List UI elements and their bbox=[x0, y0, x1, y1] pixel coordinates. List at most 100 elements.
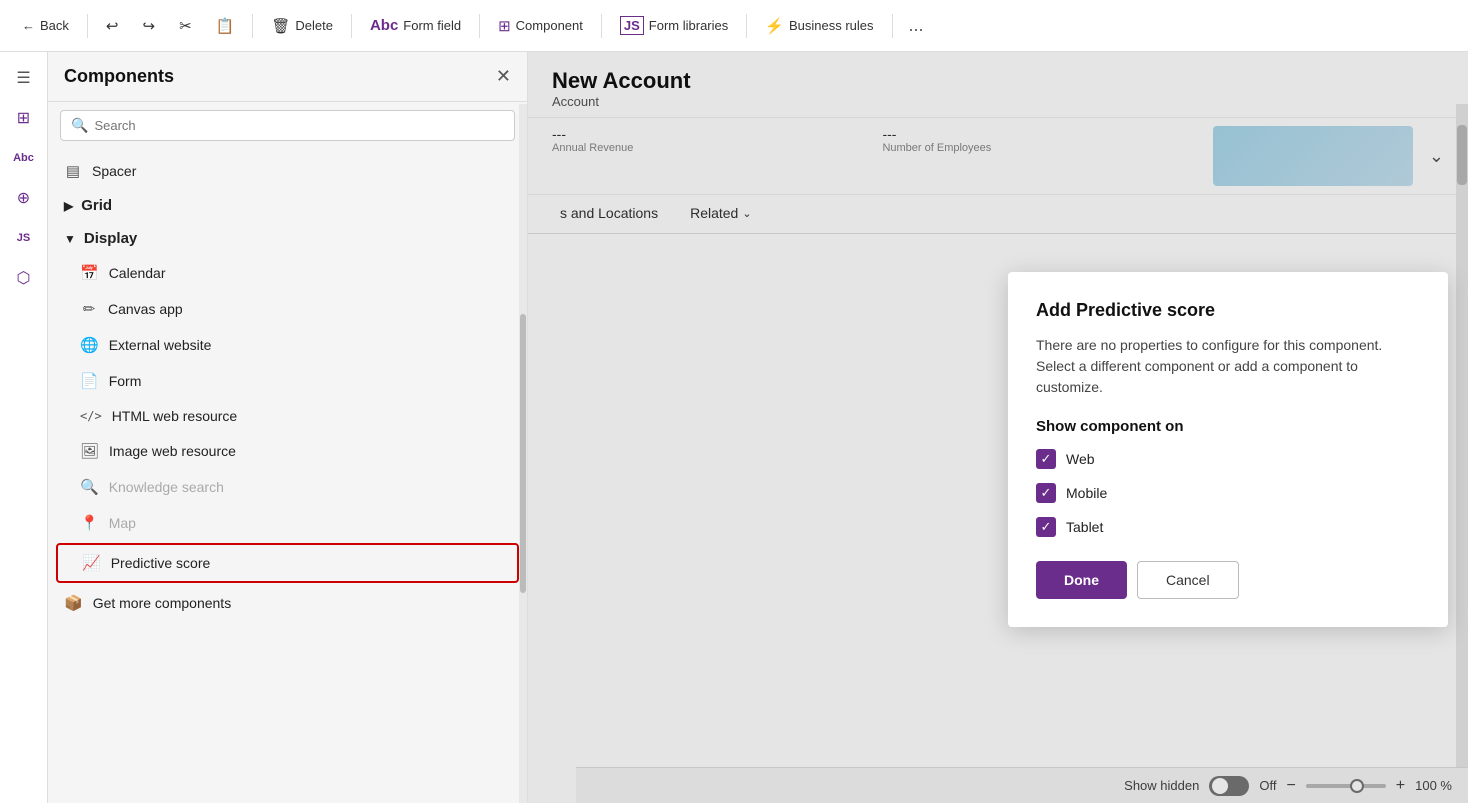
tablet-checkbox[interactable]: ✓ bbox=[1036, 517, 1056, 537]
form-field-label: Form field bbox=[403, 18, 461, 33]
predictive-score-label: Predictive score bbox=[111, 555, 211, 571]
sidebar-scrollbar bbox=[519, 104, 527, 803]
redo-icon: ↪ bbox=[142, 17, 155, 35]
display-expand-icon: ▼ bbox=[64, 232, 76, 246]
mobile-checkbox-label: Mobile bbox=[1066, 485, 1107, 501]
cut-icon: ✂ bbox=[179, 17, 192, 35]
sidebar-item-spacer[interactable]: ▤ Spacer bbox=[48, 153, 527, 189]
paste-button[interactable]: 📋 bbox=[206, 11, 245, 41]
components-sidebar: Components ✕ 🔍 ▤ Spacer ▶ Grid ▼ Display bbox=[48, 52, 528, 803]
spacer-label: Spacer bbox=[92, 163, 136, 179]
map-icon: 📍 bbox=[80, 514, 99, 532]
form-libraries-button[interactable]: JS Form libraries bbox=[610, 10, 738, 41]
back-label: Back bbox=[40, 18, 69, 33]
node-icon: ⬡ bbox=[17, 268, 31, 288]
modal-description: There are no properties to configure for… bbox=[1036, 335, 1420, 398]
component-label: Component bbox=[516, 18, 583, 33]
grid-expand-icon: ▶ bbox=[64, 199, 73, 213]
map-label: Map bbox=[109, 515, 136, 531]
sidebar-item-grid[interactable]: ▶ Grid bbox=[48, 189, 527, 222]
modal-buttons: Done Cancel bbox=[1036, 561, 1420, 599]
canvas-app-label: Canvas app bbox=[108, 301, 183, 317]
sidebar-item-html-web-resource[interactable]: </> HTML web resource bbox=[48, 399, 527, 433]
abc-icon: Abc bbox=[13, 152, 34, 164]
web-checkbox-row: ✓ Web bbox=[1036, 449, 1420, 469]
main-layout: ☰ ⊞ Abc ⊕ JS ⬡ Components ✕ 🔍 bbox=[0, 52, 1468, 803]
sidebar-item-external-website[interactable]: 🌐 External website bbox=[48, 327, 527, 363]
js-icon-button[interactable]: JS bbox=[6, 220, 42, 256]
external-website-label: External website bbox=[109, 337, 212, 353]
sidebar-item-get-more[interactable]: 📦 Get more components bbox=[48, 585, 527, 621]
web-checkbox[interactable]: ✓ bbox=[1036, 449, 1056, 469]
sidebar-item-calendar[interactable]: 📅 Calendar bbox=[48, 255, 527, 291]
web-checkbox-label: Web bbox=[1066, 451, 1095, 467]
get-more-icon: 📦 bbox=[64, 594, 83, 612]
mobile-checkbox-row: ✓ Mobile bbox=[1036, 483, 1420, 503]
back-button[interactable]: ← Back bbox=[12, 12, 79, 39]
separator-3 bbox=[351, 14, 352, 38]
calendar-icon: 📅 bbox=[80, 264, 99, 282]
modal-title: Add Predictive score bbox=[1036, 300, 1420, 321]
form-libraries-label: Form libraries bbox=[649, 18, 728, 33]
layers-icon-button[interactable]: ⊕ bbox=[6, 180, 42, 216]
node-icon-button[interactable]: ⬡ bbox=[6, 260, 42, 296]
cancel-button[interactable]: Cancel bbox=[1137, 561, 1239, 599]
html-web-resource-icon: </> bbox=[80, 409, 102, 423]
paste-icon: 📋 bbox=[216, 17, 235, 35]
form-field-icon: Abc bbox=[370, 17, 398, 34]
grid-icon: ⊞ bbox=[17, 108, 30, 128]
get-more-label: Get more components bbox=[93, 595, 232, 611]
sidebar-item-predictive-score[interactable]: 📈 Predictive score bbox=[58, 545, 517, 581]
delete-button[interactable]: 🗑 Delete bbox=[261, 11, 343, 41]
undo-button[interactable]: ↩ bbox=[96, 11, 129, 41]
sidebar-close-button[interactable]: ✕ bbox=[496, 66, 511, 87]
hamburger-icon: ☰ bbox=[16, 68, 30, 88]
spacer-icon: ▤ bbox=[64, 162, 82, 180]
redo-button[interactable]: ↪ bbox=[132, 11, 165, 41]
business-rules-button[interactable]: ⚡ Business rules bbox=[755, 11, 883, 41]
mobile-checkbox[interactable]: ✓ bbox=[1036, 483, 1056, 503]
predictive-score-icon: 📈 bbox=[82, 554, 101, 572]
canvas-app-icon: ✏ bbox=[80, 300, 98, 318]
grid-icon-button[interactable]: ⊞ bbox=[6, 100, 42, 136]
more-button[interactable]: ... bbox=[901, 11, 932, 40]
search-box: 🔍 bbox=[60, 110, 515, 141]
knowledge-search-icon: 🔍 bbox=[80, 478, 99, 496]
undo-icon: ↩ bbox=[106, 17, 119, 35]
separator-2 bbox=[252, 14, 253, 38]
search-icon: 🔍 bbox=[71, 117, 88, 134]
separator-5 bbox=[601, 14, 602, 38]
mobile-check-icon: ✓ bbox=[1041, 485, 1052, 501]
add-predictive-score-modal: Add Predictive score There are no proper… bbox=[1008, 272, 1448, 627]
form-field-button[interactable]: Abc Form field bbox=[360, 11, 471, 40]
tablet-checkbox-label: Tablet bbox=[1066, 519, 1103, 535]
grid-label: Grid bbox=[81, 197, 112, 214]
sidebar-item-canvas-app[interactable]: ✏ Canvas app bbox=[48, 291, 527, 327]
icon-bar: ☰ ⊞ Abc ⊕ JS ⬡ bbox=[0, 52, 48, 803]
done-button[interactable]: Done bbox=[1036, 561, 1127, 599]
search-input[interactable] bbox=[94, 118, 504, 133]
form-label: Form bbox=[109, 373, 142, 389]
component-button[interactable]: ⊞ Component bbox=[488, 11, 593, 41]
js-icon: JS bbox=[620, 16, 644, 35]
layers-icon: ⊕ bbox=[17, 188, 30, 208]
menu-icon-button[interactable]: ☰ bbox=[6, 60, 42, 96]
more-label: ... bbox=[909, 15, 924, 36]
knowledge-search-label: Knowledge search bbox=[109, 479, 224, 495]
sidebar-item-form[interactable]: 📄 Form bbox=[48, 363, 527, 399]
back-arrow-icon: ← bbox=[22, 18, 35, 33]
sidebar-list: ▤ Spacer ▶ Grid ▼ Display 📅 Calendar ✏ C… bbox=[48, 149, 527, 803]
form-icon: 📄 bbox=[80, 372, 99, 390]
tablet-check-icon: ✓ bbox=[1041, 519, 1052, 535]
sidebar-item-display[interactable]: ▼ Display bbox=[48, 222, 527, 255]
external-website-icon: 🌐 bbox=[80, 336, 99, 354]
component-icon: ⊞ bbox=[498, 17, 511, 35]
calendar-label: Calendar bbox=[109, 265, 166, 281]
web-check-icon: ✓ bbox=[1041, 451, 1052, 467]
sidebar-title: Components bbox=[64, 66, 174, 87]
business-rules-icon: ⚡ bbox=[765, 17, 784, 35]
abc-icon-button[interactable]: Abc bbox=[6, 140, 42, 176]
sidebar-item-image-web-resource[interactable]: 🖼 Image web resource bbox=[48, 433, 527, 469]
cut-button[interactable]: ✂ bbox=[169, 11, 202, 41]
separator-6 bbox=[746, 14, 747, 38]
